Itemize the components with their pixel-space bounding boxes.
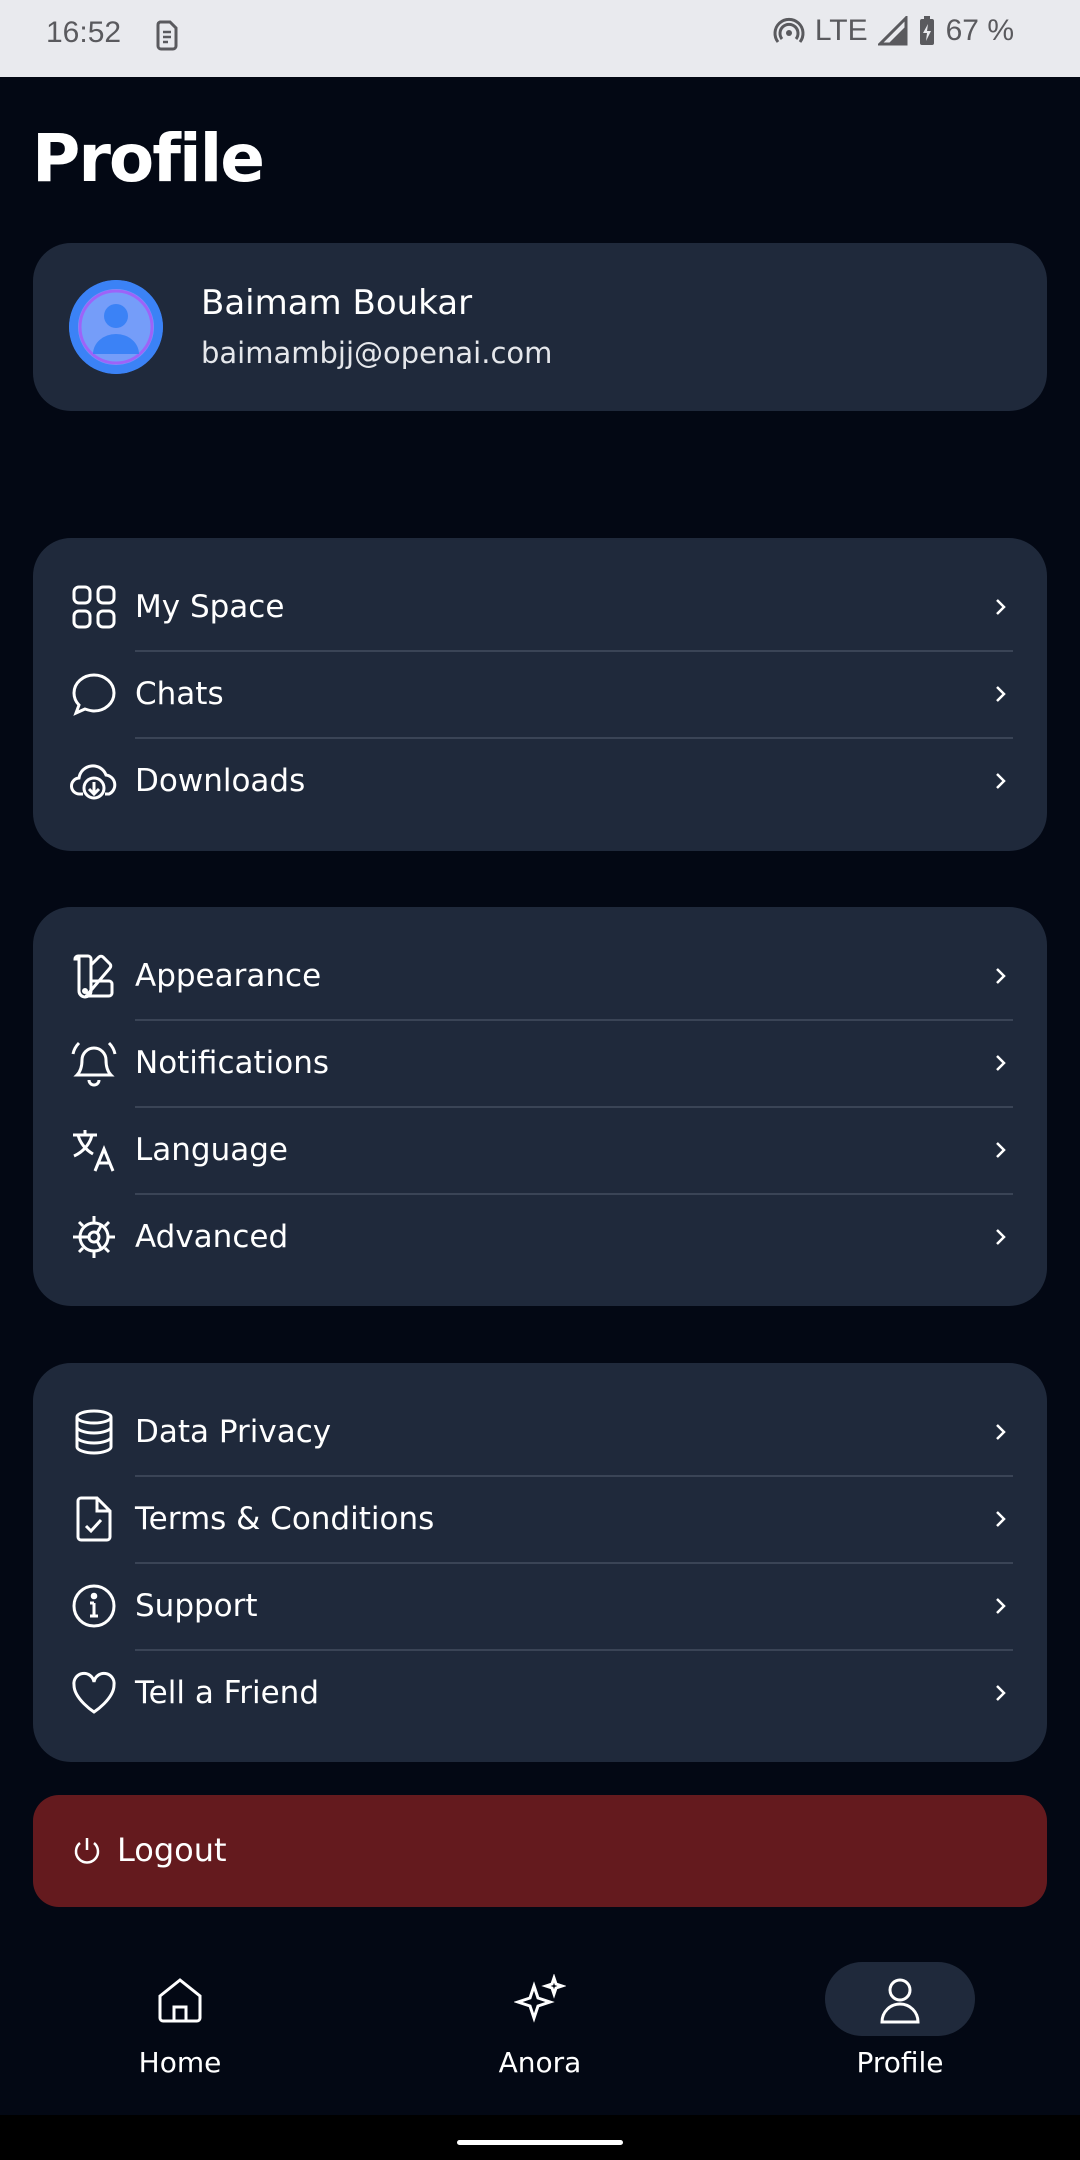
profile-name: Baimam Boukar (201, 283, 473, 323)
profile-card[interactable]: Baimam Boukar baimambjj@openai.com (33, 243, 1047, 411)
menu-item-appearance[interactable]: Appearance (33, 933, 1047, 1019)
sim-card-icon (152, 18, 182, 52)
nav-label: Profile (856, 2046, 944, 2079)
menu-item-label: Downloads (135, 763, 306, 799)
chevron-right-icon (993, 1225, 1009, 1249)
menu-item-tell-a-friend[interactable]: Tell a Friend (33, 1650, 1047, 1736)
chevron-right-icon (993, 1051, 1009, 1075)
menu-item-notifications[interactable]: Notifications (33, 1020, 1047, 1106)
chevron-right-icon (993, 769, 1009, 793)
bottom-nav: Home Anora Profile (0, 1940, 1080, 2115)
nav-profile[interactable]: Profile (810, 1962, 990, 2102)
hotspot-icon (773, 15, 805, 47)
nav-anora[interactable]: Anora (450, 1962, 630, 2102)
menu-item-label: Notifications (135, 1045, 330, 1081)
menu-item-advanced[interactable]: Advanced (33, 1194, 1047, 1280)
gesture-area (0, 2115, 1080, 2160)
sparkles-icon (514, 1974, 566, 2026)
menu-item-label: Data Privacy (135, 1414, 332, 1450)
menu-item-chats[interactable]: Chats (33, 651, 1047, 737)
power-icon (69, 1833, 105, 1869)
logout-button[interactable]: Logout (33, 1795, 1047, 1907)
cloud-download-icon (69, 756, 119, 806)
palette-swatch-icon (69, 951, 119, 1001)
logout-label: Logout (117, 1831, 227, 1869)
battery-level: 67 % (945, 14, 1014, 47)
chevron-right-icon (993, 1138, 1009, 1162)
status-time: 16:52 (46, 16, 122, 49)
menu-item-label: Advanced (135, 1219, 289, 1255)
menu-item-terms[interactable]: Terms & Conditions (33, 1476, 1047, 1562)
menu-item-label: Appearance (135, 958, 322, 994)
signal-icon (877, 16, 908, 46)
menu-item-my-space[interactable]: My Space (33, 564, 1047, 650)
gesture-handle[interactable] (457, 2140, 623, 2145)
network-type: LTE (814, 14, 868, 47)
menu-item-label: Tell a Friend (135, 1675, 320, 1711)
info-circle-icon (69, 1581, 119, 1631)
profile-email: baimambjj@openai.com (201, 336, 553, 370)
chevron-right-icon (993, 1420, 1009, 1444)
avatar (69, 280, 163, 374)
chat-bubble-icon (69, 669, 119, 719)
chevron-right-icon (993, 682, 1009, 706)
menu-item-label: Language (135, 1132, 288, 1168)
page-title: Profile (32, 120, 265, 197)
chevron-right-icon (993, 1681, 1009, 1705)
menu-group-settings: Appearance Notifications Language Advanc… (33, 907, 1047, 1306)
chevron-right-icon (993, 964, 1009, 988)
cog-icon (69, 1212, 119, 1262)
menu-group-about: Data Privacy Terms & Conditions Support … (33, 1363, 1047, 1762)
user-icon (874, 1974, 926, 2026)
nav-home[interactable]: Home (90, 1962, 270, 2102)
menu-item-label: Support (135, 1588, 258, 1624)
database-icon (69, 1407, 119, 1457)
bell-ringing-icon (69, 1038, 119, 1088)
chevron-right-icon (993, 595, 1009, 619)
status-right: LTE 67 % (773, 14, 1014, 48)
menu-item-support[interactable]: Support (33, 1563, 1047, 1649)
battery-charging-icon (918, 15, 936, 47)
menu-group-content: My Space Chats Downloads (33, 538, 1047, 851)
chevron-right-icon (993, 1594, 1009, 1618)
menu-item-label: My Space (135, 589, 285, 625)
menu-item-data-privacy[interactable]: Data Privacy (33, 1389, 1047, 1475)
nav-label: Home (138, 2046, 222, 2079)
menu-item-language[interactable]: Language (33, 1107, 1047, 1193)
home-icon (154, 1974, 206, 2026)
status-bar: 16:52 LTE 67 % (0, 0, 1080, 77)
menu-item-label: Terms & Conditions (135, 1501, 435, 1537)
menu-item-downloads[interactable]: Downloads (33, 738, 1047, 824)
menu-item-label: Chats (135, 676, 224, 712)
heart-icon (69, 1668, 119, 1718)
chevron-right-icon (993, 1507, 1009, 1531)
document-check-icon (69, 1494, 119, 1544)
translate-icon (69, 1125, 119, 1175)
grid-icon (69, 582, 119, 632)
nav-label: Anora (498, 2046, 582, 2079)
